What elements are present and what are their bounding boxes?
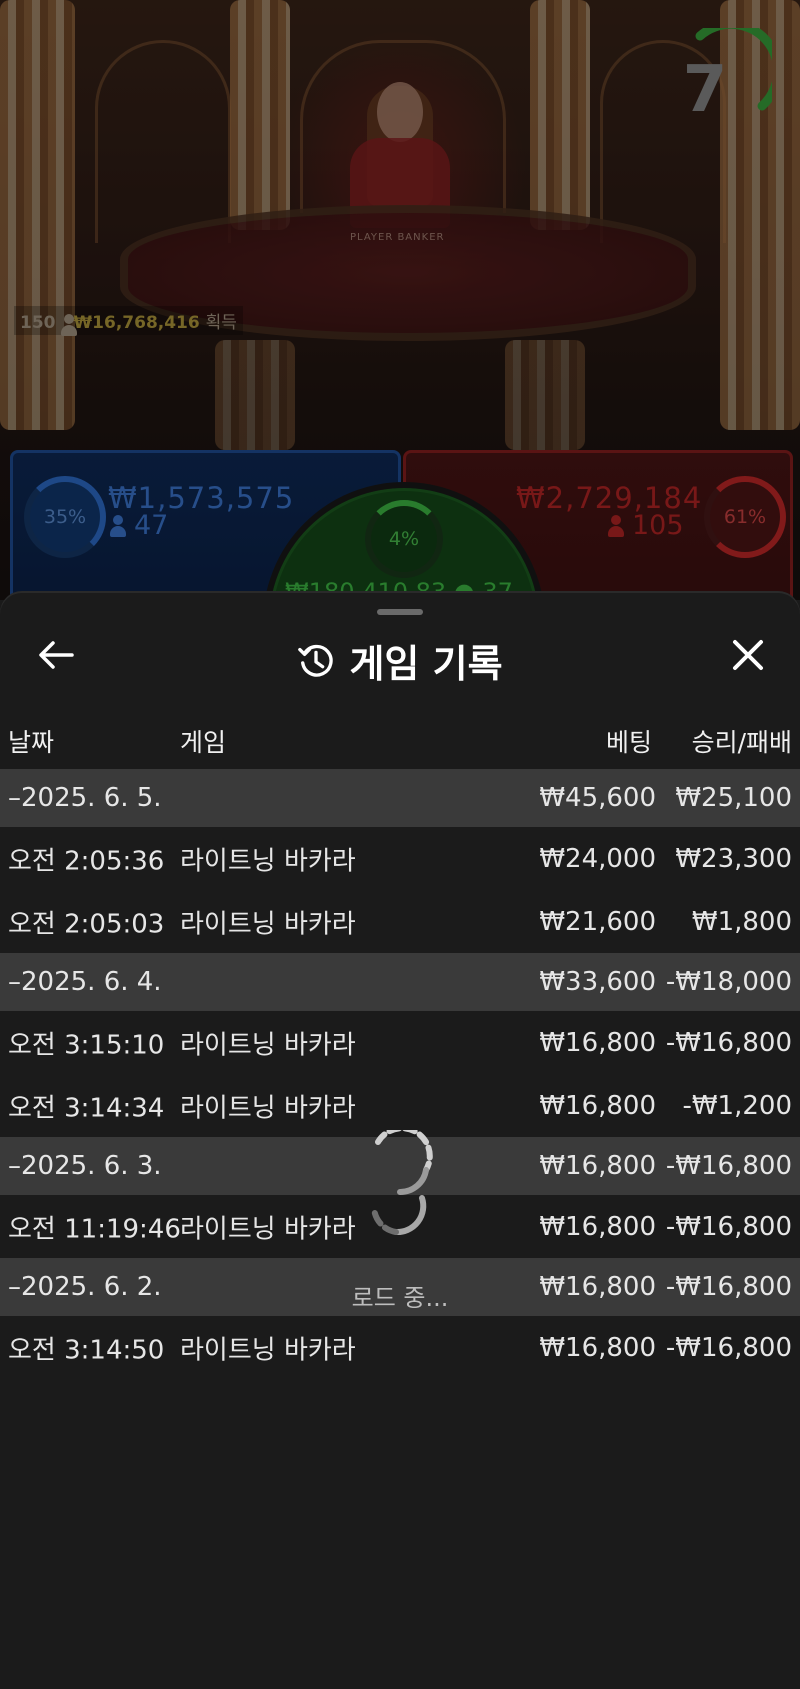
round-game: 라이트닝 바카라 (180, 1335, 356, 1365)
round-game: 라이트닝 바카라 (180, 1214, 356, 1244)
round-bet: ₩16,800 (539, 1332, 656, 1363)
sheet-title: 게임 기록 (349, 642, 503, 686)
history-row[interactable]: 오전 3:14:34 라이트닝 바카라 ₩16,800 -₩1,200 (0, 1074, 800, 1137)
close-button[interactable] (726, 633, 770, 677)
history-row[interactable]: 오전 3:14:50 라이트닝 바카라 ₩16,800 -₩16,800 (0, 1316, 800, 1379)
round-time: 오전 2:05:36 (8, 846, 165, 876)
round-time: 오전 3:14:34 (8, 1093, 165, 1123)
group-result-total: ₩25,100 (675, 783, 792, 813)
group-date: –2025. 6. 4. (8, 967, 162, 997)
round-time: 오전 3:15:10 (8, 1030, 165, 1060)
live-video-stream: PLAYER BANKER 150 ₩16,768,416 획득 7 35% ₩… (0, 0, 800, 600)
round-bet: ₩16,800 (539, 1027, 656, 1058)
group-bet-total: ₩16,800 (539, 1272, 656, 1302)
round-result: -₩1,200 (682, 1090, 792, 1121)
round-result: -₩16,800 (665, 1027, 792, 1058)
round-bet: ₩16,800 (539, 1211, 656, 1242)
history-row[interactable]: 오전 3:15:10 라이트닝 바카라 ₩16,800 -₩16,800 (0, 1011, 800, 1074)
date-group-row[interactable]: –2025. 6. 2. ₩16,800 -₩16,800 (0, 1258, 800, 1316)
history-icon (298, 644, 334, 677)
group-date: –2025. 6. 2. (8, 1272, 162, 1302)
round-result: ₩1,800 (691, 906, 792, 937)
sheet-drag-handle[interactable] (377, 609, 423, 615)
group-date: –2025. 6. 3. (8, 1151, 162, 1181)
group-result-total: -₩18,000 (665, 967, 792, 997)
round-bet: ₩24,000 (539, 843, 656, 874)
group-bet-total: ₩45,600 (539, 783, 656, 813)
column-header-game: 게임 (180, 728, 227, 757)
round-time: 오전 2:05:03 (8, 909, 165, 939)
column-header-bet: 베팅 (605, 728, 652, 757)
loading-spinner-icon (371, 1130, 433, 1236)
group-result-total: -₩16,800 (665, 1151, 792, 1181)
date-group-row[interactable]: –2025. 6. 4. ₩33,600 -₩18,000 (0, 953, 800, 1011)
column-header-result: 승리/패배 (691, 728, 792, 757)
round-time: 오전 3:14:50 (8, 1335, 165, 1365)
round-result: -₩16,800 (665, 1332, 792, 1363)
round-game: 라이트닝 바카라 (180, 846, 356, 876)
round-time: 오전 11:19:46 (8, 1214, 181, 1244)
date-group-row[interactable]: –2025. 6. 5. ₩45,600 ₩25,100 (0, 769, 800, 827)
history-row[interactable]: 오전 2:05:36 라이트닝 바카라 ₩24,000 ₩23,300 (0, 827, 800, 890)
group-result-total: -₩16,800 (665, 1272, 792, 1302)
close-icon (733, 640, 763, 670)
sheet-header: 게임 기록 (0, 633, 800, 688)
round-result: -₩16,800 (665, 1211, 792, 1242)
group-bet-total: ₩16,800 (539, 1151, 656, 1181)
history-row[interactable]: 오전 2:05:03 라이트닝 바카라 ₩21,600 ₩1,800 (0, 890, 800, 953)
round-game: 라이트닝 바카라 (180, 909, 356, 939)
group-bet-total: ₩33,600 (539, 967, 656, 997)
round-bet: ₩16,800 (539, 1090, 656, 1121)
round-bet: ₩21,600 (539, 906, 656, 937)
round-result: ₩23,300 (675, 843, 792, 874)
round-game: 라이트닝 바카라 (180, 1093, 356, 1123)
round-game: 라이트닝 바카라 (180, 1030, 356, 1060)
table-header: 날짜 게임 베팅 승리/패배 (0, 723, 800, 763)
history-list: –2025. 6. 5. ₩45,600 ₩25,100 오전 2:05:36 … (0, 769, 800, 1379)
column-header-date: 날짜 (8, 728, 55, 757)
group-date: –2025. 6. 5. (8, 783, 162, 813)
modal-backdrop[interactable] (0, 0, 800, 600)
